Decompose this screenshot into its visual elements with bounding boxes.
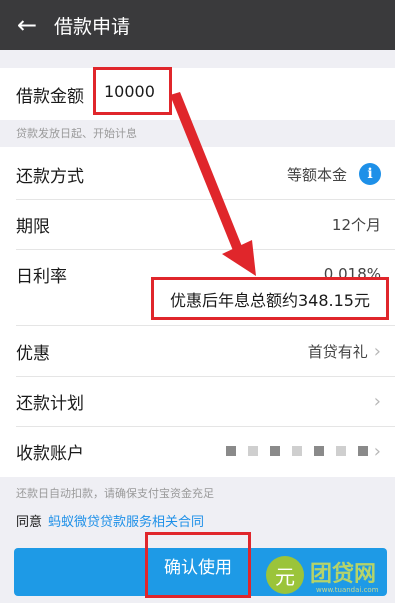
term-row: 期限 12个月 — [0, 199, 395, 249]
interest-start-hint: 贷款发放日起、开始计息 — [16, 127, 137, 140]
amount-row: 借款金额 — [0, 68, 395, 120]
repay-method-value-group: 等额本金 i — [287, 163, 381, 185]
chevron-right-icon: › — [373, 340, 381, 362]
masked-block — [313, 446, 324, 456]
repay-method-label: 还款方式 — [16, 166, 84, 187]
masked-block — [247, 446, 258, 456]
account-label: 收款账户 — [16, 443, 84, 464]
watermark-logo: 元 团贷网 www.tuandai.com — [266, 553, 394, 597]
amount-card: 借款金额 — [0, 68, 395, 120]
repay-plan-chevron-group: › — [368, 391, 381, 412]
header-bar: ← 借款申请 — [0, 0, 395, 50]
auto-debit-hint: 还款日自动扣款，请确保支付宝资金充足 — [16, 487, 214, 500]
term-label: 期限 — [16, 216, 50, 237]
amount-label: 借款金额 — [16, 86, 84, 107]
account-masked-value: › — [214, 441, 381, 462]
discount-value: 首贷有礼 — [307, 342, 368, 361]
masked-block — [225, 446, 236, 456]
page-title: 借款申请 — [54, 15, 131, 38]
repay-method-row[interactable]: 还款方式 等额本金 i — [0, 149, 395, 199]
account-row[interactable]: 收款账户 › — [0, 426, 395, 476]
promo-interest-box: 优惠后年息总额约348.15元 — [151, 277, 389, 320]
chevron-right-icon: › — [373, 390, 381, 412]
masked-block — [335, 446, 346, 456]
arrow-left-icon[interactable]: ← — [0, 0, 54, 50]
masked-block — [357, 446, 368, 456]
rate-label: 日利率 — [16, 266, 67, 287]
masked-block — [291, 446, 302, 456]
info-icon[interactable]: i — [359, 163, 381, 185]
chevron-right-icon: › — [373, 440, 381, 462]
agreement-line: 同意 蚂蚁微贷贷款服务相关合同 — [16, 511, 204, 530]
contract-link[interactable]: 蚂蚁微贷贷款服务相关合同 — [48, 515, 204, 530]
term-value: 12个月 — [331, 215, 381, 234]
discount-value-group: 首贷有礼 › — [308, 341, 381, 362]
confirm-button-label[interactable]: 确认使用 — [145, 532, 251, 598]
discount-row[interactable]: 优惠 首贷有礼 › — [0, 326, 395, 376]
discount-label: 优惠 — [16, 343, 50, 364]
repay-method-value: 等额本金 — [286, 165, 347, 184]
masked-block — [269, 446, 280, 456]
repay-plan-label: 还款计划 — [16, 393, 84, 414]
amount-highlight-box — [93, 67, 172, 115]
repay-plan-row[interactable]: 还款计划 › — [0, 376, 395, 426]
watermark-text: 团贷网 — [310, 562, 377, 587]
agree-prefix: 同意 — [16, 515, 43, 530]
watermark-mark-icon: 元 — [266, 556, 304, 594]
watermark-sub: www.tuandai.com — [316, 586, 379, 594]
